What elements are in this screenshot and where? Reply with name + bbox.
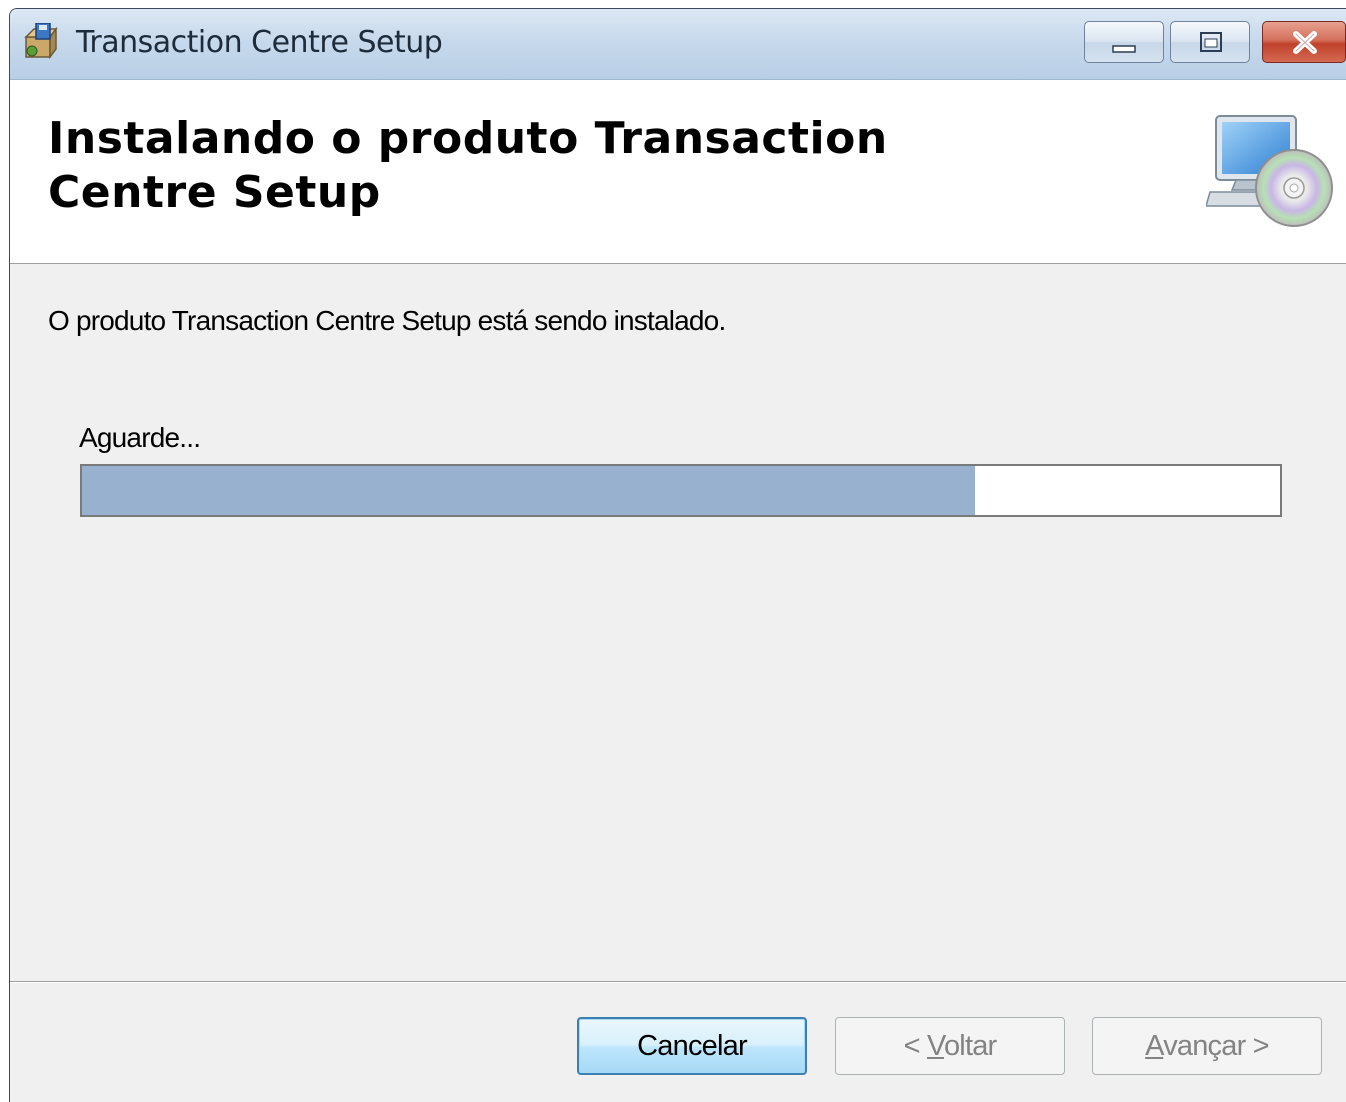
footer-divider [10, 981, 1346, 983]
page-title: Instalando o produto Transaction Centre … [48, 113, 888, 218]
cancel-button[interactable]: Cancelar [577, 1017, 807, 1075]
minimize-icon [1112, 45, 1136, 53]
back-button-label: < Voltar [903, 1029, 998, 1062]
cancel-button-label: Cancelar [637, 1029, 747, 1062]
close-icon [1293, 31, 1317, 54]
progress-fill [82, 466, 975, 515]
status-label: Aguarde... [79, 422, 201, 453]
maximize-button[interactable] [1170, 21, 1250, 63]
setup-window: Transaction Centre Setup Instalando o pr… [9, 8, 1346, 1102]
next-button-label: Avançar > [1145, 1029, 1269, 1062]
next-button[interactable]: Avançar > [1092, 1017, 1322, 1075]
installer-package-icon[interactable] [22, 23, 58, 61]
computer-with-cd-icon [1206, 115, 1333, 227]
back-button[interactable]: < Voltar [835, 1017, 1065, 1075]
window-title: Transaction Centre Setup [76, 25, 443, 60]
close-button[interactable] [1262, 21, 1346, 63]
minimize-button[interactable] [1084, 21, 1164, 63]
progress-bar [80, 464, 1282, 517]
maximize-icon [1200, 32, 1222, 52]
title-bar[interactable]: Transaction Centre Setup [10, 9, 1346, 80]
header-banner: Instalando o produto Transaction Centre … [10, 80, 1346, 264]
install-description: O produto Transaction Centre Setup está … [48, 305, 726, 336]
